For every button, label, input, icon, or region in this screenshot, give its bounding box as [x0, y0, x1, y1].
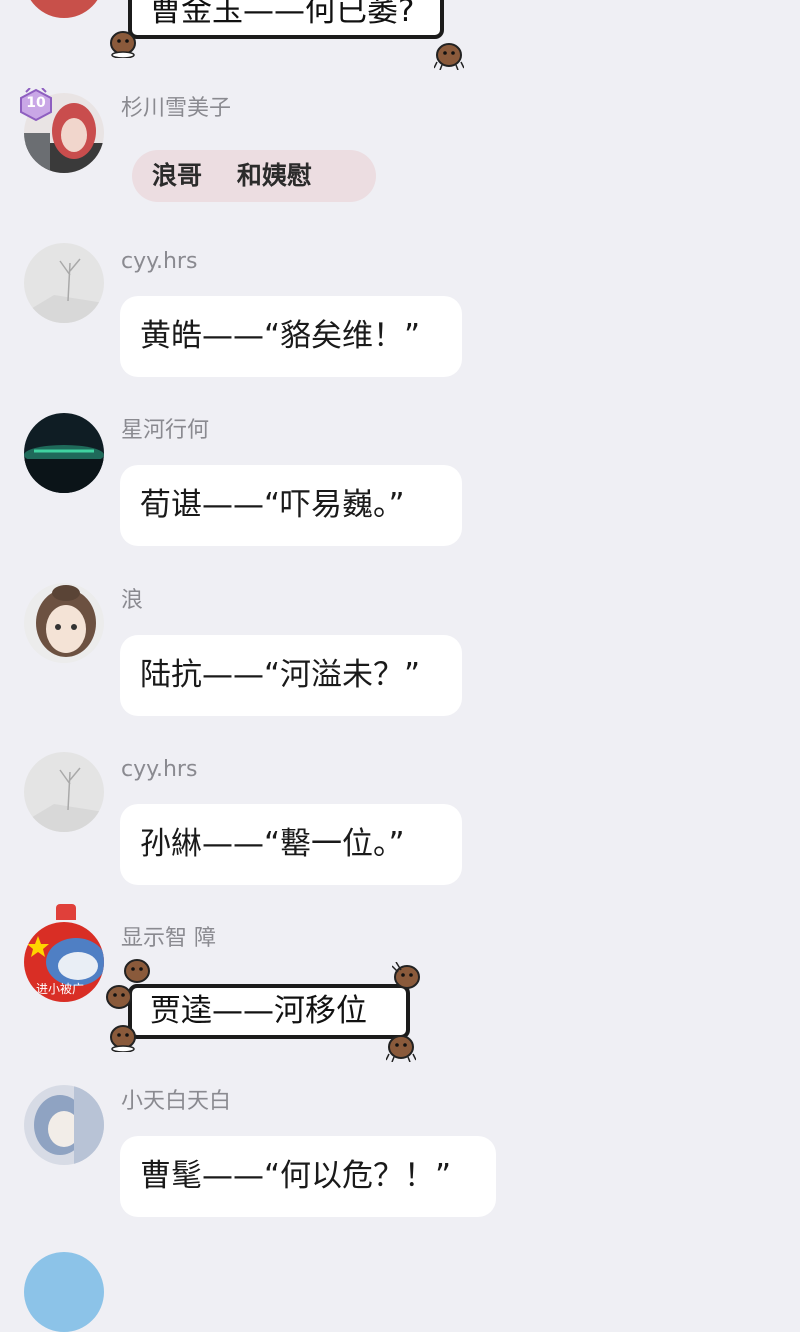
- decorated-message-bubble[interactable]: 贾逵——河移位: [128, 984, 410, 1039]
- avatar[interactable]: [24, 243, 104, 323]
- message-bubble[interactable]: 黄皓——“貉矣维！”: [120, 296, 462, 377]
- decorated-message-bubble[interactable]: 曹金玉——何已萎?: [128, 0, 444, 39]
- sender-name: cyy.hrs: [121, 757, 198, 782]
- avatar[interactable]: [24, 752, 104, 832]
- message-bubble[interactable]: 孙綝——“罊一位。”: [120, 804, 462, 885]
- potato-critter-icon: [434, 43, 464, 70]
- message-bubble[interactable]: 陆抗——“河溢未？”: [120, 635, 462, 716]
- avatar[interactable]: [24, 413, 104, 493]
- avatar-text: 进小被广: [36, 982, 85, 996]
- sender-name: cyy.hrs: [121, 249, 198, 274]
- message-text: 曹金玉——何已萎?: [150, 0, 415, 29]
- potato-critter-icon: [110, 1025, 136, 1052]
- partial-top-avatar[interactable]: [24, 0, 104, 18]
- avatar[interactable]: [24, 1085, 104, 1165]
- level-badge-number: 10: [26, 95, 46, 111]
- potato-critter-icon: [386, 1035, 416, 1062]
- message-bubble[interactable]: 荀谌——“吓易巍。”: [120, 465, 462, 546]
- sender-name: 小天白天白: [121, 1089, 232, 1114]
- level-badge-icon: 10: [18, 87, 54, 122]
- potato-critter-icon: [110, 31, 136, 58]
- avatar[interactable]: [24, 583, 104, 663]
- partial-bottom-avatar[interactable]: [24, 1252, 104, 1332]
- sender-name: 浪: [121, 588, 144, 613]
- sender-name: 星河行何: [121, 418, 210, 443]
- sender-name: 杉川雪美子: [121, 96, 232, 121]
- hat-decoration: [56, 904, 76, 920]
- potato-critter-icon: [392, 962, 420, 989]
- message-text: 贾逵——河移位: [150, 993, 367, 1029]
- potato-critter-icon: [106, 985, 132, 1009]
- avatar[interactable]: 进小被广: [24, 922, 104, 1002]
- message-bubble[interactable]: 曹髦——“何以危？！”: [120, 1136, 496, 1217]
- message-bubble[interactable]: 浪哥 和姨慰: [132, 150, 376, 202]
- sender-name: 显示智 障: [121, 926, 216, 951]
